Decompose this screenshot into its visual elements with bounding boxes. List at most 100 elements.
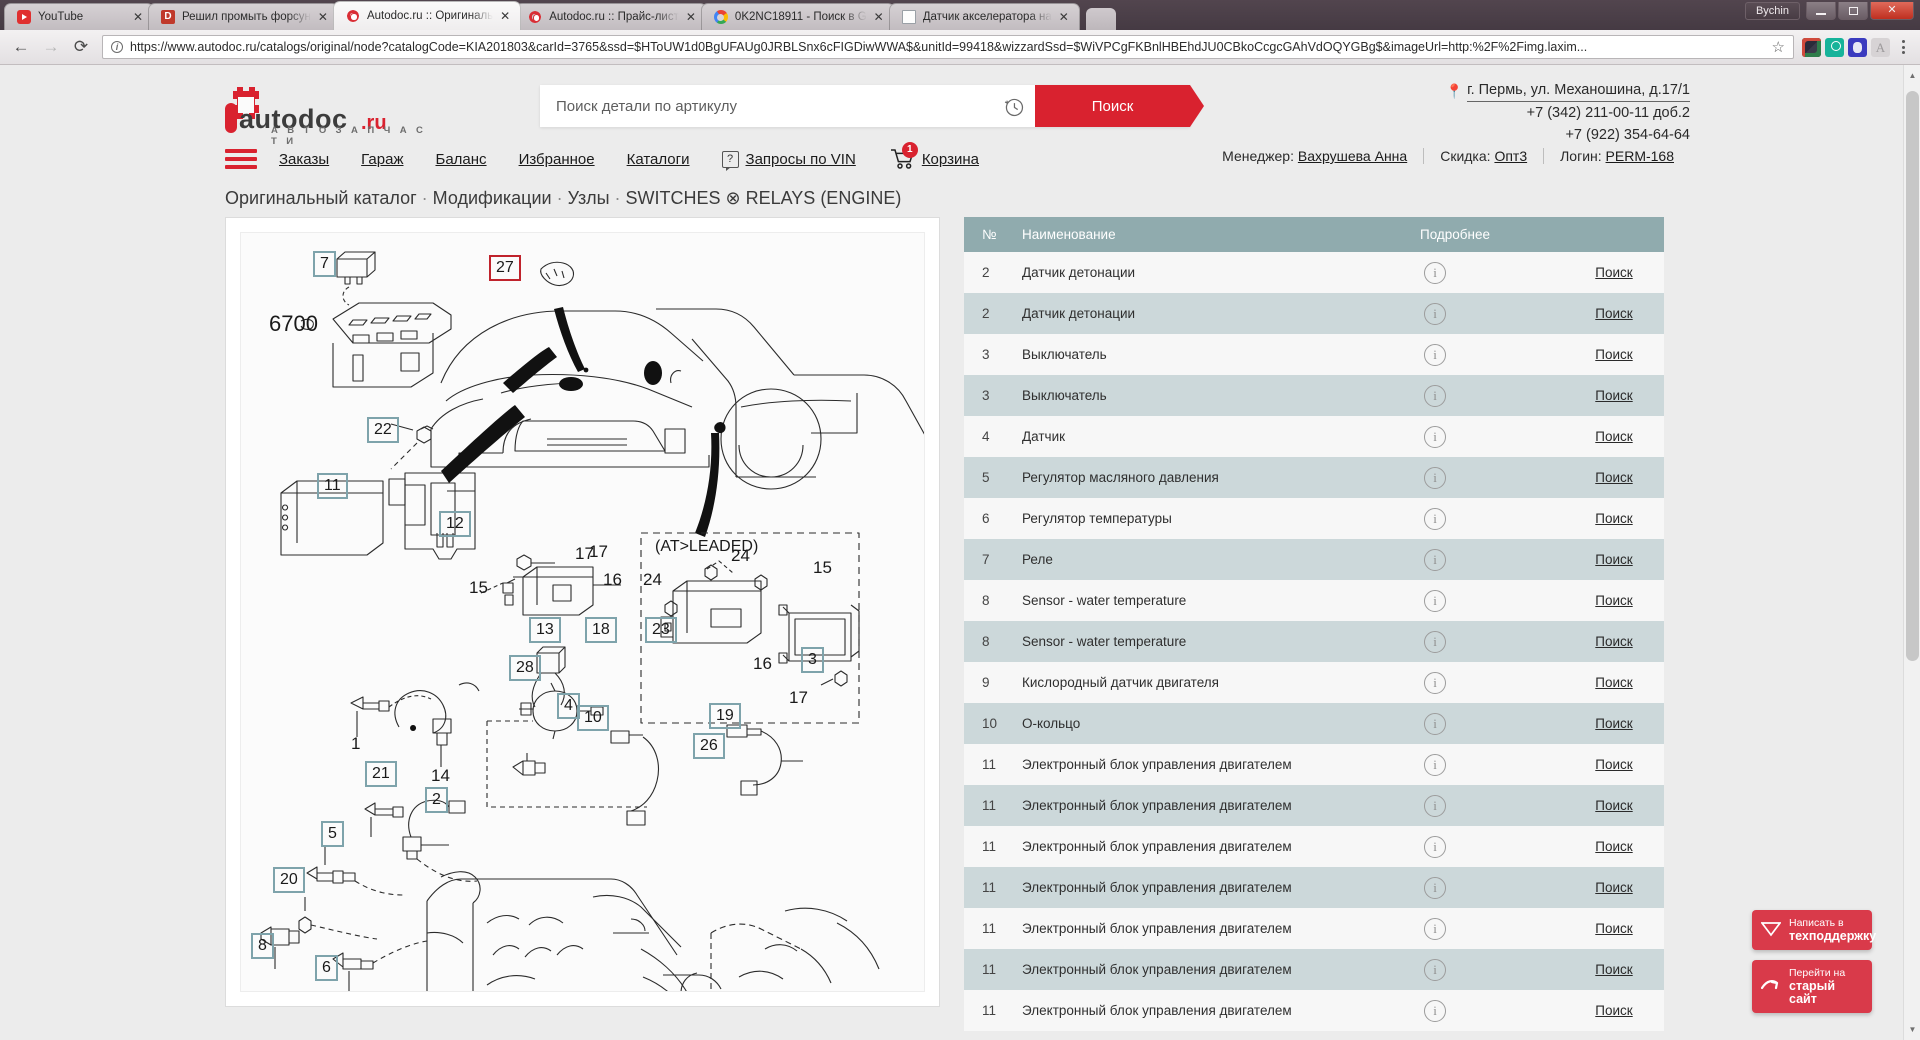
search-part-link[interactable]: Поиск	[1595, 675, 1632, 690]
adguard-icon[interactable]	[1825, 37, 1844, 57]
breadcrumb-item-modifications[interactable]: Модификации	[433, 188, 552, 209]
table-row[interactable]: 8 Sensor - water temperature i Поиск	[964, 621, 1664, 662]
nav-balance[interactable]: Баланс	[435, 151, 486, 168]
info-circle-icon[interactable]: i	[1424, 589, 1446, 612]
table-row[interactable]: 9 Кислородный датчик двигателя i Поиск	[964, 662, 1664, 703]
search-part-link[interactable]: Поиск	[1595, 429, 1632, 444]
old-site-button[interactable]: Перейти на старый сайт	[1752, 960, 1872, 1013]
forward-icon[interactable]: →	[38, 34, 64, 60]
pdf-extension-icon[interactable]	[1871, 37, 1890, 57]
table-row[interactable]: 2 Датчик детонации i Поиск	[964, 252, 1664, 293]
table-row[interactable]: 8 Sensor - water temperature i Поиск	[964, 580, 1664, 621]
search-part-link[interactable]: Поиск	[1595, 716, 1632, 731]
burger-menu-icon[interactable]	[225, 149, 257, 169]
scroll-down-arrow[interactable]: ▼	[1904, 1021, 1920, 1038]
puzzle-extension-icon[interactable]	[1802, 37, 1821, 57]
info-circle-icon[interactable]: i	[1424, 548, 1446, 571]
search-part-link[interactable]: Поиск	[1595, 593, 1632, 608]
table-row[interactable]: 11 Электронный блок управления двигателем…	[964, 867, 1664, 908]
search-part-link[interactable]: Поиск	[1595, 347, 1632, 362]
tab-close-icon[interactable]: ✕	[500, 10, 510, 22]
window-maximize-button[interactable]	[1838, 2, 1868, 20]
search-part-link[interactable]: Поиск	[1595, 388, 1632, 403]
info-circle-icon[interactable]: i	[1424, 958, 1446, 981]
history-clock-icon[interactable]	[991, 85, 1035, 127]
table-row[interactable]: 5 Регулятор масляного давления i Поиск	[964, 457, 1664, 498]
diagram-callout-8[interactable]: 8	[251, 933, 274, 959]
nav-favorites[interactable]: Избранное	[519, 151, 595, 168]
search-part-link[interactable]: Поиск	[1595, 798, 1632, 813]
table-row[interactable]: 2 Датчик детонации i Поиск	[964, 293, 1664, 334]
table-row[interactable]: 3 Выключатель i Поиск	[964, 375, 1664, 416]
info-circle-icon[interactable]: i	[1424, 671, 1446, 694]
support-button[interactable]: Написать в техподдержку	[1752, 910, 1876, 950]
tab-close-icon[interactable]: ✕	[874, 11, 884, 23]
diagram-callout-27[interactable]: 27	[489, 255, 521, 281]
diagram-callout-11[interactable]: 11	[317, 473, 348, 499]
office-address[interactable]: 📍 г. Пермь, ул. Механошина, д.17/1	[1446, 79, 1690, 102]
info-circle-icon[interactable]: i	[1424, 343, 1446, 366]
reload-icon[interactable]: ⟳	[68, 34, 94, 60]
parts-diagram-panel[interactable]: 6700 24 24 15 16 17 15 16 17 1 14 17 (AT…	[225, 217, 940, 1007]
new-tab-button[interactable]	[1085, 8, 1116, 30]
table-row[interactable]: 3 Выключатель i Поиск	[964, 334, 1664, 375]
search-part-link[interactable]: Поиск	[1595, 757, 1632, 772]
page-scrollbar[interactable]: ▲ ▼	[1903, 65, 1920, 1040]
tab-close-icon[interactable]: ✕	[133, 11, 143, 23]
browser-profile-chip[interactable]: Bychin	[1744, 2, 1800, 20]
info-circle-icon[interactable]: i	[1424, 425, 1446, 448]
diagram-callout-7[interactable]: 7	[313, 251, 336, 277]
bookmark-star-icon[interactable]: ☆	[1772, 38, 1785, 56]
nav-cart[interactable]: 1 Корзина	[890, 142, 979, 170]
info-circle-icon[interactable]: i	[1424, 466, 1446, 489]
site-logo[interactable]: autodoc .ru А В Т О З А П Ч А С Т И	[225, 77, 440, 147]
search-part-link[interactable]: Поиск	[1595, 921, 1632, 936]
scrollbar-thumb[interactable]	[1906, 91, 1919, 661]
search-part-link[interactable]: Поиск	[1595, 306, 1632, 321]
info-circle-icon[interactable]: i	[1424, 835, 1446, 858]
diagram-callout-10[interactable]: 10	[577, 705, 609, 731]
search-part-link[interactable]: Поиск	[1595, 962, 1632, 977]
nav-cart-label[interactable]: Корзина	[922, 151, 979, 168]
tab-close-icon[interactable]: ✕	[686, 11, 696, 23]
diagram-callout-23[interactable]: 23	[645, 617, 677, 643]
diagram-callout-18[interactable]: 18	[585, 617, 617, 643]
nav-catalogs[interactable]: Каталоги	[627, 151, 690, 168]
table-row[interactable]: 11 Электронный блок управления двигателем…	[964, 990, 1664, 1031]
info-circle-icon[interactable]: i	[1424, 507, 1446, 530]
info-circle-icon[interactable]: i	[1424, 876, 1446, 899]
info-circle-icon[interactable]: i	[1424, 794, 1446, 817]
browser-tab-youtube[interactable]: YouTube ✕	[4, 3, 154, 30]
breadcrumb-item-units[interactable]: Узлы	[568, 188, 610, 209]
browser-tab-google-search[interactable]: 0K2NC18911 - Поиск в G ✕	[700, 3, 895, 30]
diagram-callout-22[interactable]: 22	[367, 417, 399, 443]
search-part-link[interactable]: Поиск	[1595, 470, 1632, 485]
diagram-callout-6[interactable]: 6	[315, 955, 338, 981]
table-row[interactable]: 11 Электронный блок управления двигателем…	[964, 826, 1664, 867]
info-circle-icon[interactable]: i	[1424, 753, 1446, 776]
info-circle-icon[interactable]: i	[1424, 302, 1446, 325]
browser-tab-autodoc-price[interactable]: Autodoc.ru :: Прайс-лист ✕	[515, 3, 707, 30]
search-part-link[interactable]: Поиск	[1595, 265, 1632, 280]
scroll-up-arrow[interactable]: ▲	[1904, 67, 1920, 84]
browser-tab-accelerator-sensor[interactable]: Датчик акселератора на ✕	[888, 3, 1080, 30]
tab-close-icon[interactable]: ✕	[318, 11, 328, 23]
nav-garage[interactable]: Гараж	[361, 151, 403, 168]
table-row[interactable]: 11 Электронный блок управления двигателем…	[964, 744, 1664, 785]
diagram-callout-5[interactable]: 5	[321, 821, 344, 847]
table-row[interactable]: 4 Датчик i Поиск	[964, 416, 1664, 457]
diagram-callout-13[interactable]: 13	[529, 617, 561, 643]
diagram-callout-12[interactable]: 12	[439, 511, 471, 537]
diagram-callout-28[interactable]: 28	[509, 655, 541, 681]
kebab-menu-icon[interactable]	[1894, 40, 1912, 54]
search-part-link[interactable]: Поиск	[1595, 511, 1632, 526]
info-circle-icon[interactable]: i	[1424, 999, 1446, 1022]
table-row[interactable]: 7 Реле i Поиск	[964, 539, 1664, 580]
diagram-callout-26[interactable]: 26	[693, 733, 725, 759]
site-info-icon[interactable]: i	[111, 41, 123, 53]
search-submit-button[interactable]: Поиск	[1035, 85, 1204, 127]
info-circle-icon[interactable]: i	[1424, 384, 1446, 407]
nav-orders[interactable]: Заказы	[279, 151, 329, 168]
info-circle-icon[interactable]: i	[1424, 712, 1446, 735]
info-circle-icon[interactable]: i	[1424, 630, 1446, 653]
